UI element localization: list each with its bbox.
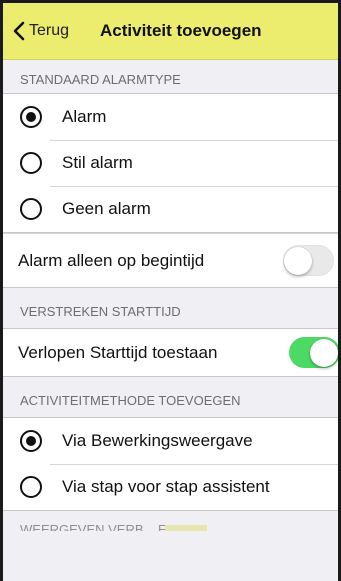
back-button[interactable]: Terug bbox=[13, 3, 69, 59]
screen: Terug Activiteit toevoegen STANDAARD ALA… bbox=[3, 3, 338, 581]
radio-option-edit-view[interactable]: Via Bewerkingsweergave bbox=[3, 418, 338, 464]
add-method-group: Via Bewerkingsweergave Via stap voor sta… bbox=[3, 418, 338, 511]
radio-option-no-alarm[interactable]: Geen alarm bbox=[3, 186, 338, 232]
radio-option-alarm[interactable]: Alarm bbox=[3, 94, 338, 140]
chevron-left-icon bbox=[13, 21, 25, 41]
begin-only-row: Alarm alleen op begintijd bbox=[3, 234, 338, 287]
expired-group: Verlopen Starttijd toestaan bbox=[3, 329, 338, 377]
radio-label: Stil alarm bbox=[62, 153, 133, 172]
cut-header-label: WEERGEVEN VERB... EN bbox=[20, 522, 177, 531]
section-header-cut-off: WEERGEVEN VERB... EN bbox=[3, 511, 338, 531]
begin-only-toggle[interactable] bbox=[283, 245, 334, 276]
begin-only-label: Alarm alleen op begintijd bbox=[18, 250, 205, 270]
radio-option-step-assistant[interactable]: Via stap voor stap assistent bbox=[3, 464, 338, 510]
toggle-knob bbox=[310, 338, 338, 367]
alarm-type-group: Alarm Stil alarm Geen alarm bbox=[3, 94, 338, 233]
section-header-add-method: ACTIVITEITMETHODE TOEVOEGEN bbox=[3, 377, 338, 418]
radio-unselected-icon bbox=[20, 476, 42, 498]
radio-option-silent-alarm[interactable]: Stil alarm bbox=[3, 140, 338, 186]
radio-label: Via Bewerkingsweergave bbox=[62, 431, 253, 450]
highlight-mark bbox=[165, 525, 207, 531]
toggle-knob bbox=[284, 247, 312, 275]
radio-selected-icon bbox=[20, 106, 42, 128]
section-header-expired-start: VERSTREKEN STARTTIJD bbox=[3, 288, 338, 329]
allow-expired-toggle[interactable] bbox=[289, 337, 338, 368]
radio-label: Via stap voor stap assistent bbox=[62, 477, 270, 496]
radio-label: Alarm bbox=[62, 107, 107, 126]
radio-unselected-icon bbox=[20, 198, 42, 220]
allow-expired-row: Verlopen Starttijd toestaan bbox=[3, 329, 338, 376]
radio-selected-icon bbox=[20, 430, 42, 452]
radio-unselected-icon bbox=[20, 152, 42, 174]
radio-label: Geen alarm bbox=[62, 199, 151, 218]
navigation-bar: Terug Activiteit toevoegen bbox=[3, 3, 338, 60]
section-header-alarm-type: STANDAARD ALARMTYPE bbox=[3, 60, 338, 94]
back-label: Terug bbox=[29, 22, 70, 39]
allow-expired-label: Verlopen Starttijd toestaan bbox=[18, 342, 218, 362]
begin-only-group: Alarm alleen op begintijd bbox=[3, 233, 338, 288]
page-title: Activiteit toevoegen bbox=[100, 21, 262, 40]
